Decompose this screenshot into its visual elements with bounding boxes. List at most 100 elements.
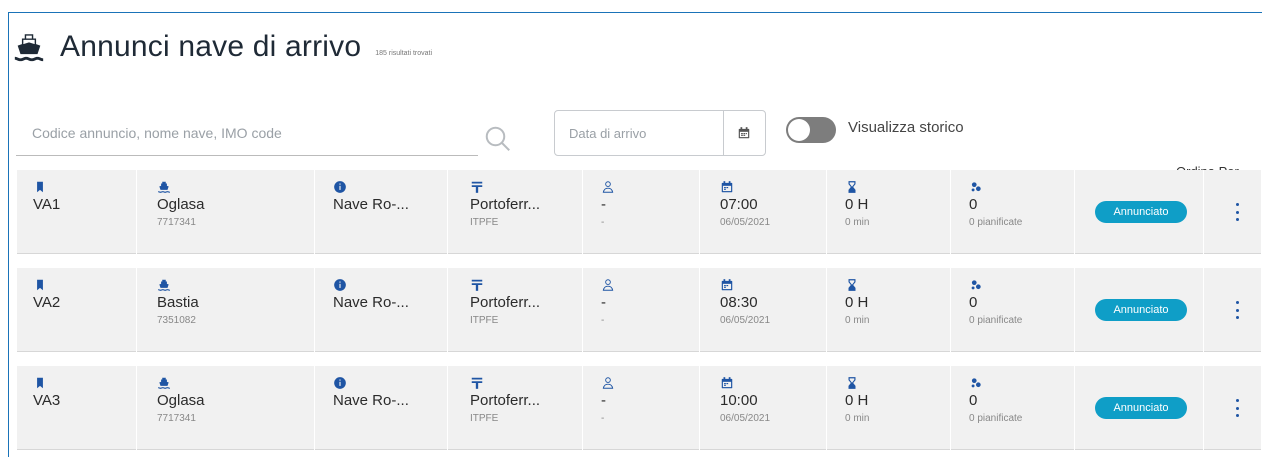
cell-arrival: 10:00 06/05/2021	[700, 366, 827, 450]
ship-icon	[158, 377, 170, 389]
toggle-knob	[788, 119, 810, 141]
hourglass-icon	[848, 181, 856, 193]
arrival-subvalue: 06/05/2021	[720, 413, 771, 424]
cell-operations: 0 0 pianificate	[951, 170, 1075, 254]
cell-agent: --	[583, 268, 700, 352]
port-value: Portoferr...	[470, 196, 541, 213]
hourglass-icon	[848, 377, 856, 389]
port-subvalue: ITPFE	[470, 217, 499, 228]
port-value: Portoferr...	[470, 294, 541, 311]
agent-subvalue: -	[601, 413, 605, 424]
arrival-subvalue: 06/05/2021	[720, 217, 771, 228]
operations-subvalue: 0 pianificate	[969, 217, 1023, 228]
port-icon	[471, 377, 483, 389]
cell-arrival: 08:30 06/05/2021	[700, 268, 827, 352]
cell-ship: Oglasa 7717341	[137, 366, 315, 450]
agent-subvalue: -	[601, 217, 605, 228]
cell-duration: 0 H 0 min	[827, 170, 951, 254]
ship-type-value: Nave Ro-...	[333, 294, 409, 311]
port-subvalue: ITPFE	[470, 315, 499, 326]
operations-icon	[971, 182, 981, 192]
results-count: 185 risultati trovati	[375, 49, 433, 57]
duration-subvalue: 0 min	[845, 217, 870, 228]
ship-value: Oglasa	[157, 196, 205, 213]
operations-icon	[971, 378, 981, 388]
arrival-value: 07:00	[720, 196, 758, 213]
more-actions-icon[interactable]	[1230, 297, 1244, 323]
code-value: VA2	[33, 294, 61, 311]
ship-icon	[14, 34, 44, 62]
divider	[723, 111, 724, 155]
page-title: Annunci nave di arrivo	[60, 30, 362, 63]
ship-value: Oglasa	[157, 392, 205, 409]
operations-value: 0	[969, 294, 978, 311]
date-field	[554, 110, 766, 156]
ship-value: Bastia	[157, 294, 199, 311]
search-icon[interactable]	[483, 124, 513, 154]
search-input[interactable]	[16, 118, 466, 148]
bookmark-icon	[37, 181, 43, 193]
calendar-icon	[721, 181, 733, 193]
cell-operations: 0 0 pianificate	[951, 268, 1075, 352]
ship-type-value: Nave Ro-...	[333, 196, 409, 213]
duration-value: 0 H	[845, 196, 869, 213]
cell-ship: Oglasa 7717341	[137, 170, 315, 254]
hourglass-icon	[848, 279, 856, 291]
ship-subvalue: 7351082	[157, 315, 196, 326]
ship-icon	[158, 279, 170, 291]
duration-subvalue: 0 min	[845, 315, 870, 326]
more-actions-icon[interactable]	[1230, 199, 1244, 225]
calendar-icon	[721, 279, 733, 291]
list-item[interactable]: VA3 Oglasa 7717341 Nave Ro-... Portoferr... I…	[17, 366, 1262, 450]
agent-subvalue: -	[601, 315, 605, 326]
operations-subvalue: 0 pianificate	[969, 413, 1023, 424]
ship-subvalue: 7717341	[157, 413, 196, 424]
page-header: Annunci nave di arrivo 185 risultati tro…	[12, 22, 432, 72]
duration-subvalue: 0 min	[845, 413, 870, 424]
arrival-value: 10:00	[720, 392, 758, 409]
port-value: Portoferr...	[470, 392, 541, 409]
cell-code: VA1	[17, 170, 137, 254]
cell-ship-type: Nave Ro-...	[315, 268, 448, 352]
operations-icon	[971, 280, 981, 290]
duration-value: 0 H	[845, 294, 869, 311]
cell-code: VA2	[17, 268, 137, 352]
cell-code: VA3	[17, 366, 137, 450]
port-subvalue: ITPFE	[470, 413, 499, 424]
operations-value: 0	[969, 392, 978, 409]
agent-value: -	[601, 196, 606, 213]
cell-ship-type: Nave Ro-...	[315, 170, 448, 254]
list-item[interactable]: VA1 Oglasa 7717341 Nave Ro-... Portoferr... I…	[17, 170, 1262, 254]
ship-type-value: Nave Ro-...	[333, 392, 409, 409]
cell-agent: --	[583, 366, 700, 450]
agent-value: -	[601, 392, 606, 409]
arrival-subvalue: 06/05/2021	[720, 315, 771, 326]
person-icon	[602, 181, 614, 193]
bookmark-icon	[37, 279, 43, 291]
cell-port: Portoferr... ITPFE	[448, 268, 583, 352]
code-value: VA1	[33, 196, 61, 213]
cell-duration: 0 H 0 min	[827, 366, 951, 450]
port-icon	[471, 279, 483, 291]
agent-value: -	[601, 294, 606, 311]
arrival-value: 08:30	[720, 294, 758, 311]
duration-value: 0 H	[845, 392, 869, 409]
date-input[interactable]	[569, 121, 719, 145]
history-toggle[interactable]	[786, 117, 836, 143]
operations-subvalue: 0 pianificate	[969, 315, 1023, 326]
date-picker-button[interactable]	[731, 121, 757, 145]
cell-agent: --	[583, 170, 700, 254]
history-toggle-label: Visualizza storico	[848, 119, 964, 136]
calendar-icon	[738, 127, 750, 139]
operations-value: 0	[969, 196, 978, 213]
code-value: VA3	[33, 392, 61, 409]
ship-subvalue: 7717341	[157, 217, 196, 228]
list-item[interactable]: VA2 Bastia 7351082 Nave Ro-... Portoferr... I…	[17, 268, 1262, 352]
person-icon	[602, 377, 614, 389]
cell-ship: Bastia 7351082	[137, 268, 315, 352]
cell-port: Portoferr... ITPFE	[448, 170, 583, 254]
ship-icon	[158, 181, 170, 193]
more-actions-icon[interactable]	[1230, 395, 1244, 421]
port-icon	[471, 181, 483, 193]
cell-operations: 0 0 pianificate	[951, 366, 1075, 450]
